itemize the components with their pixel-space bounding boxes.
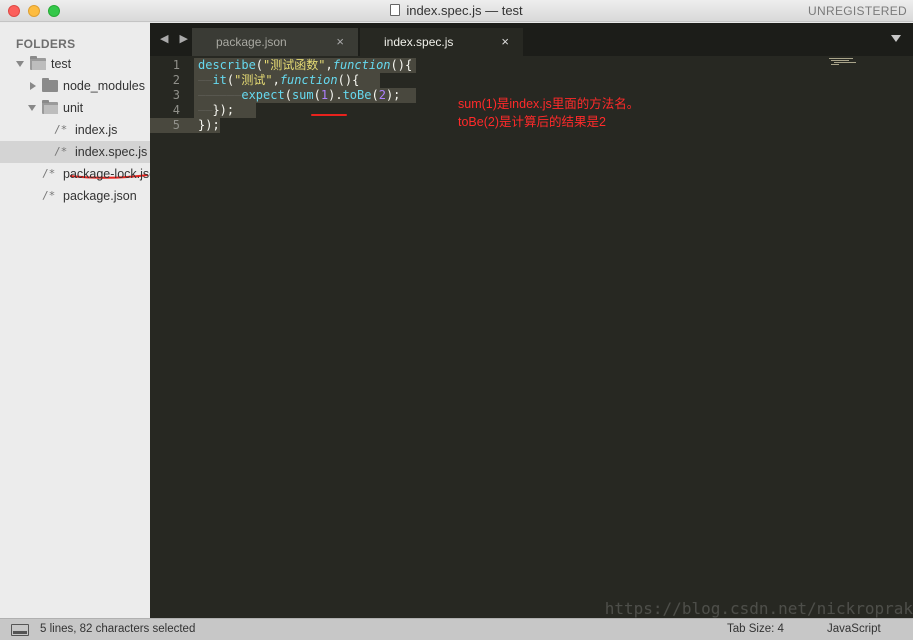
tab-nav-arrows[interactable]: ◀ ▶ [160, 32, 192, 45]
document-icon [390, 4, 401, 16]
minimap[interactable] [829, 58, 857, 66]
code-token: function [332, 58, 391, 72]
panel-toggle-icon[interactable] [11, 624, 29, 636]
close-tab-icon[interactable]: × [336, 34, 344, 49]
sidebar-item-label: index.js [75, 123, 118, 137]
window-title-text: index.spec.js — test [406, 3, 523, 18]
annotation-text: toBe(2)是计算后的结果是2 [458, 115, 606, 129]
close-tab-icon[interactable]: × [501, 34, 509, 49]
sidebar-item-node-modules[interactable]: node_modules [0, 75, 150, 97]
tab-label: index.spec.js [384, 35, 454, 49]
file-icon: /* [54, 123, 68, 136]
folders-header: FOLDERS [16, 37, 76, 51]
disclosure-triangle-icon[interactable] [28, 105, 36, 111]
line-number: 2 [172, 73, 180, 87]
code-editor[interactable]: 1 2 3 4 5 describe("测试函数",function(){ ——… [150, 56, 913, 618]
code-token: "测试" [234, 73, 273, 87]
code-token: describe [198, 58, 256, 72]
window-title: index.spec.js — test [0, 3, 913, 18]
code-token: expect [241, 88, 285, 102]
tab-size-selector[interactable]: Tab Size: 4 [727, 623, 784, 635]
code-token: , [325, 58, 333, 72]
sidebar-item-label: package-lock.json [63, 167, 150, 181]
code-line: ——it("测试",function(){ [198, 73, 359, 88]
sidebar-item-label: index.spec.js [75, 145, 148, 159]
code-token: sum [291, 88, 314, 102]
code-token: 2 [378, 88, 386, 102]
selection-status: 5 lines, 82 characters selected [40, 623, 196, 635]
code-line: ——}); [198, 103, 234, 118]
annotation-text: sum(1)是index.js里面的方法名。 [458, 97, 640, 111]
indent-guide: —— [198, 103, 213, 117]
code-line: describe("测试函数",function(){ [198, 58, 412, 73]
code-token: }); [198, 118, 220, 132]
line-number: 5 [172, 118, 180, 132]
code-line: ——————expect(sum(1).toBe(2); [198, 88, 400, 103]
file-icon: /* [42, 189, 56, 202]
code-token: (){ [390, 58, 413, 72]
code-token: ( [255, 58, 264, 72]
line-number-gutter: 1 2 3 4 5 [150, 56, 194, 618]
code-token: (){ [337, 73, 360, 87]
syntax-selector[interactable]: JavaScript [827, 623, 881, 635]
folder-open-icon [42, 100, 58, 114]
code-token: , [272, 73, 280, 87]
folder-icon [42, 78, 58, 92]
code-token: "测试函数" [263, 58, 326, 72]
sidebar-item-label: node_modules [63, 79, 146, 93]
file-icon: /* [54, 145, 68, 158]
code-token: }); [212, 103, 235, 117]
code-token: ). [328, 88, 343, 102]
tab-bar: ◀ ▶ package.json × index.spec.js × [150, 23, 913, 56]
file-icon: /* [42, 167, 56, 180]
sidebar-item-label: test [51, 57, 72, 71]
unregistered-label: UNREGISTERED [808, 4, 907, 18]
sidebar-item-index-js[interactable]: /* index.js [0, 119, 150, 141]
code-token: ( [313, 88, 321, 102]
code-token: ( [371, 88, 379, 102]
code-token: ); [385, 88, 401, 102]
tab-label: package.json [216, 35, 287, 49]
line-number: 4 [172, 103, 180, 117]
sidebar: FOLDERS test node_modules unit /* index.… [0, 23, 150, 618]
sidebar-item-package-json[interactable]: /* package.json [0, 185, 150, 207]
folder-open-icon [30, 56, 46, 70]
code-line: }); [198, 118, 220, 133]
sidebar-item-index-spec-js[interactable]: /* index.spec.js [0, 141, 150, 163]
red-underline-annotation [311, 114, 347, 116]
code-token: it [212, 73, 227, 87]
indent-guide: —————— [198, 88, 242, 102]
sidebar-item-label: unit [63, 101, 84, 115]
tab-index-spec-js[interactable]: index.spec.js × [360, 28, 523, 56]
disclosure-triangle-icon[interactable] [16, 61, 24, 67]
sidebar-item-package-lock-json[interactable]: /* package-lock.json [0, 163, 150, 185]
disclosure-triangle-icon[interactable] [30, 82, 36, 90]
status-bar: 5 lines, 82 characters selected Tab Size… [0, 618, 913, 640]
watermark: https://blog.csdn.net/nickroprak [604, 599, 913, 618]
sidebar-item-label: package.json [63, 189, 137, 203]
sidebar-item-test[interactable]: test [0, 53, 150, 75]
line-number: 1 [172, 58, 180, 72]
code-token: toBe [342, 88, 372, 102]
line-number: 3 [172, 88, 180, 102]
title-bar: index.spec.js — test UNREGISTERED [0, 0, 913, 22]
code-token: function [279, 73, 338, 87]
sidebar-item-unit[interactable]: unit [0, 97, 150, 119]
tab-list-dropdown-icon[interactable] [891, 35, 901, 42]
indent-guide: —— [198, 73, 213, 87]
tab-package-json[interactable]: package.json × [192, 28, 358, 56]
code-token: ( [284, 88, 292, 102]
